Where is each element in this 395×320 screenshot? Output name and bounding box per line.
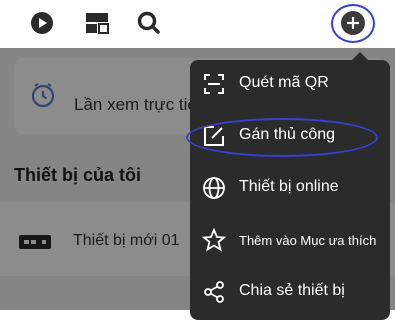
globe-icon — [202, 176, 226, 200]
add-menu: Quét mã QR Gán thủ công Thiết bị online … — [190, 52, 390, 320]
star-icon — [201, 227, 227, 252]
menu-item-add-favorite[interactable]: Thêm vào Mục ưa thích — [190, 216, 390, 266]
menu-label: Thêm vào Mục ưa thích — [239, 233, 377, 248]
menu-label: Thiết bị online — [239, 178, 339, 195]
menu-label: Chia sẻ thiết bị — [239, 282, 345, 299]
menu-item-online-device[interactable]: Thiết bị online — [190, 164, 390, 214]
menu-label: Quét mã QR — [239, 74, 329, 91]
play-circle-icon[interactable] — [29, 10, 55, 36]
menu-item-scan-qr[interactable]: Quét mã QR — [190, 60, 390, 110]
menu-item-share-device[interactable]: Chia sẻ thiết bị — [190, 268, 390, 318]
search-icon[interactable] — [136, 10, 162, 36]
highlight-ring-manual — [186, 118, 378, 157]
layout-grid-icon[interactable] — [84, 10, 110, 36]
scan-qr-icon — [202, 72, 226, 96]
highlight-ring-add — [331, 4, 375, 43]
share-icon — [202, 280, 226, 304]
